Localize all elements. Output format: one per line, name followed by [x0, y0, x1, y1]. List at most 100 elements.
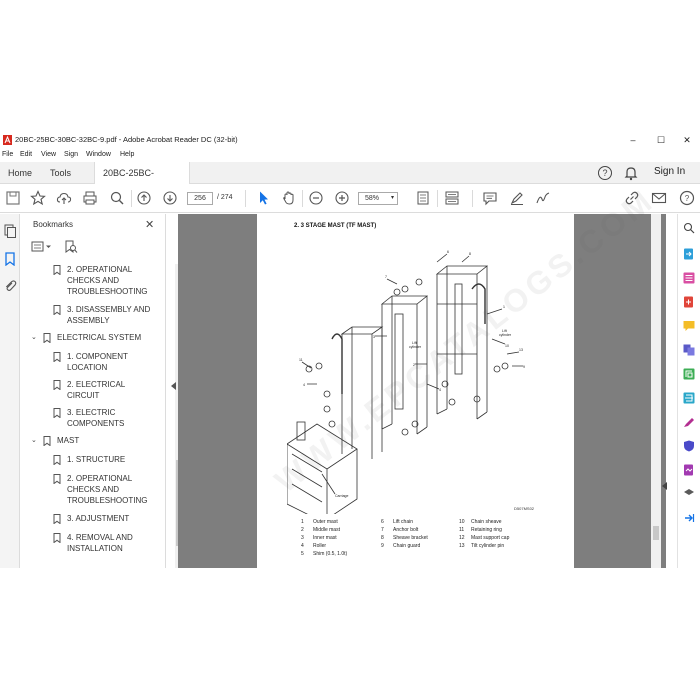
notification-bell-icon[interactable] — [624, 165, 638, 181]
previous-page-icon[interactable] — [136, 190, 152, 206]
toolbar-divider — [437, 190, 438, 207]
menu-sign[interactable]: Sign — [64, 151, 78, 158]
create-pdf-icon[interactable] — [683, 296, 695, 308]
menu-help[interactable]: Help — [120, 151, 134, 158]
toolbar: 256 / 274 58% ▾ ? — [0, 184, 700, 213]
scan-ocr-icon[interactable] — [683, 392, 695, 404]
fit-page-icon[interactable] — [415, 190, 431, 206]
send-for-signature-icon[interactable] — [683, 464, 695, 476]
bookmark-label: 2. ELECTRICAL CIRCUIT — [67, 380, 125, 400]
export-pdf-icon[interactable] — [683, 248, 695, 260]
bookmark-label: 3. DISASSEMBLY AND ASSEMBLY — [67, 305, 151, 325]
organize-pages-icon[interactable] — [683, 272, 695, 284]
chevron-down-icon[interactable]: ⌄ — [31, 332, 37, 343]
collapse-panel-icon[interactable] — [171, 382, 177, 390]
bookmarks-panel-icon[interactable] — [3, 252, 17, 266]
menu-window[interactable]: Window — [86, 151, 111, 158]
bookmark-search-icon[interactable] — [64, 240, 78, 254]
bookmark-icon — [53, 408, 61, 418]
print-icon[interactable] — [82, 190, 98, 206]
window-title: 20BC-25BC-30BC-32BC-9.pdf - Adobe Acroba… — [15, 135, 238, 144]
legend-column: 6 Lift chain 7 Anchor bolt 8 Sheave bracket… — [381, 519, 466, 551]
attachments-icon[interactable] — [3, 279, 17, 293]
legend-row: 4 Roller — [301, 543, 327, 549]
title-bar: 20BC-25BC-30BC-32BC-9.pdf - Adobe Acroba… — [0, 132, 700, 149]
bookmark-label: 1. COMPONENT LOCATION — [67, 352, 128, 372]
document-figure-number: D507MS02 — [514, 506, 535, 511]
expand-arrow-icon[interactable] — [683, 512, 695, 524]
zoom-in-icon[interactable] — [334, 190, 350, 206]
svg-text:6: 6 — [447, 250, 449, 254]
toolbar-divider — [245, 190, 246, 207]
right-tools-rail — [677, 214, 700, 568]
carriage-label: Carriage — [335, 494, 348, 498]
draw-sign-icon[interactable] — [535, 190, 551, 206]
minimize-button[interactable]: – — [620, 133, 646, 148]
account-icon[interactable]: ? — [679, 190, 695, 206]
svg-text:?: ? — [685, 194, 690, 203]
legend-row: 9 Chain guard — [381, 543, 421, 549]
svg-text:cylinder: cylinder — [499, 333, 512, 337]
search-text-icon[interactable] — [683, 222, 695, 234]
highlight-pen-icon[interactable] — [509, 190, 525, 206]
bookmark-label: MAST — [57, 436, 80, 445]
legend-row: 6 Lift chain — [381, 519, 414, 525]
cloud-upload-icon[interactable] — [56, 190, 72, 206]
fill-sign-icon[interactable] — [683, 416, 695, 428]
document-scrollbar[interactable] — [651, 214, 661, 568]
hand-tool-icon[interactable] — [281, 190, 297, 206]
edit-pdf-icon[interactable] — [683, 368, 695, 380]
bookmark-star-icon[interactable] — [30, 190, 46, 206]
menu-file[interactable]: File — [2, 151, 13, 158]
tab-tools[interactable]: Tools — [42, 162, 79, 184]
select-cursor-icon[interactable] — [256, 190, 272, 206]
help-icon[interactable]: ? — [598, 166, 612, 180]
bookmark-icon — [53, 352, 61, 362]
close-panel-icon[interactable]: ✕ — [145, 218, 154, 231]
maximize-button[interactable]: ☐ — [648, 133, 674, 148]
menu-view[interactable]: View — [41, 151, 56, 158]
zoom-out-icon[interactable] — [308, 190, 324, 206]
page-number-input[interactable]: 256 — [187, 192, 213, 205]
zoom-search-icon[interactable] — [109, 190, 125, 206]
svg-text:13: 13 — [519, 348, 523, 352]
acrobat-window: 20BC-25BC-30BC-32BC-9.pdf - Adobe Acroba… — [0, 132, 700, 568]
save-icon[interactable] — [5, 190, 21, 206]
expand-right-panel-icon[interactable] — [662, 482, 668, 490]
tab-document[interactable]: 20BC-25BC-30BC-...× — [94, 162, 190, 201]
tab-bar: Home Tools 20BC-25BC-30BC-...× ? Sign In — [0, 162, 700, 201]
svg-text:1: 1 — [503, 305, 505, 309]
chevron-down-icon: ▾ — [390, 195, 394, 201]
chevron-down-icon[interactable]: ⌄ — [31, 435, 37, 446]
comment-tool-icon[interactable] — [683, 320, 695, 332]
svg-text:11: 11 — [299, 358, 303, 362]
legend-row: 12 Mast support cap — [459, 535, 510, 541]
document-viewer: WWW.EPCATALOGS.COM 2. 3 STAGE MAST (TF M… — [178, 181, 668, 568]
zoom-level-select[interactable]: 58% ▾ — [358, 192, 398, 205]
scrollbar-thumb[interactable] — [653, 526, 659, 540]
svg-text:2: 2 — [413, 363, 415, 367]
bookmark-icon — [53, 533, 61, 543]
svg-text:3: 3 — [373, 335, 375, 339]
svg-text:4: 4 — [439, 388, 441, 392]
bookmark-label: ELECTRICAL SYSTEM — [57, 333, 142, 342]
comment-icon[interactable] — [482, 190, 498, 206]
menu-edit[interactable]: Edit — [20, 151, 32, 158]
options-menu-icon[interactable] — [31, 240, 53, 254]
page-thumbnails-icon[interactable] — [3, 224, 17, 238]
bookmark-label: 1. STRUCTURE — [67, 455, 126, 464]
svg-text:4: 4 — [303, 383, 305, 387]
tab-home[interactable]: Home — [0, 162, 40, 184]
svg-text:7: 7 — [385, 275, 387, 279]
legend-row: 3 Inner mast — [301, 535, 337, 541]
more-tools-icon[interactable] — [683, 488, 695, 500]
bookmarks-panel-title: Bookmarks — [33, 220, 74, 229]
legend-row: 8 Sheave bracket — [381, 535, 428, 541]
protect-icon[interactable] — [683, 440, 695, 452]
scroll-mode-icon[interactable] — [444, 190, 460, 206]
combine-files-icon[interactable] — [683, 344, 695, 356]
sign-in-link[interactable]: Sign In — [654, 166, 685, 177]
left-nav-rail — [0, 214, 20, 568]
close-window-button[interactable]: ✕ — [674, 133, 700, 148]
next-page-icon[interactable] — [162, 190, 178, 206]
